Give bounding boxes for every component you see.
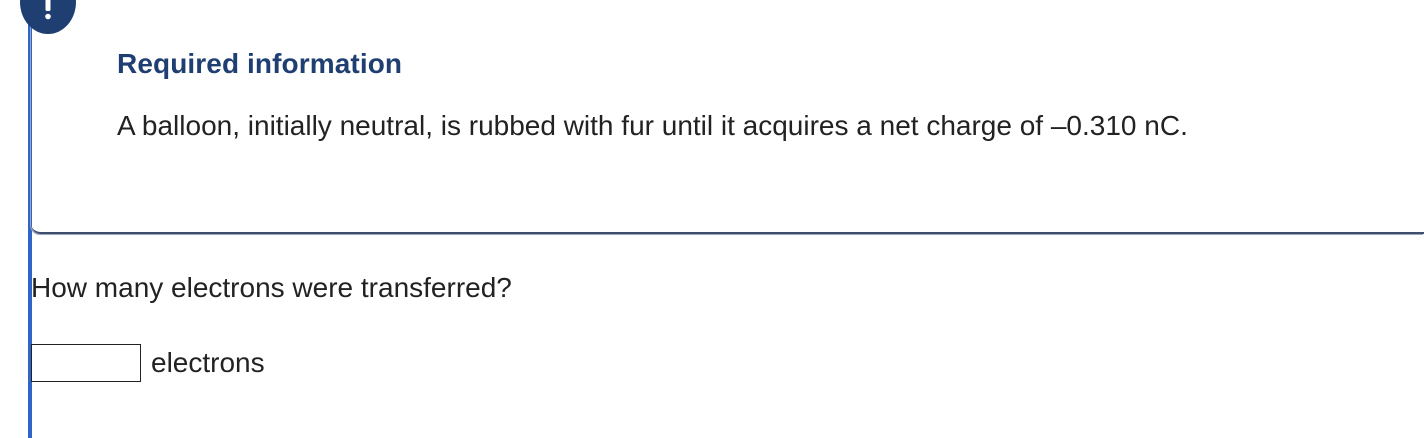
exclamation-icon <box>45 0 51 20</box>
answer-input[interactable] <box>31 344 141 382</box>
info-title: Required information <box>117 48 403 79</box>
unit-label: electrons <box>151 347 265 378</box>
question-prompt: How many electrons were transferred? <box>31 272 512 303</box>
info-text: A balloon, initially neutral, is rubbed … <box>117 110 1188 141</box>
required-information-panel: Required information A balloon, initiall… <box>31 0 1424 234</box>
question-page: Required information A balloon, initiall… <box>0 0 1424 438</box>
answer-row: electrons <box>31 343 265 383</box>
